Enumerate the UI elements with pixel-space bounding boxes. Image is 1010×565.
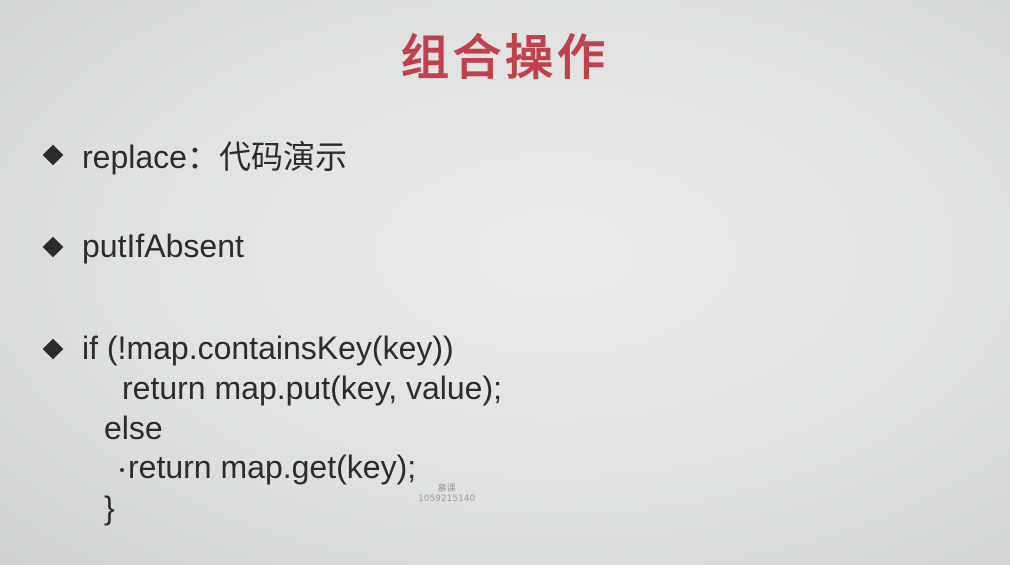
bullet-text: replace：代码演示 <box>82 139 347 175</box>
watermark-line-2: 1059215140 <box>418 494 476 504</box>
code-line-else: else <box>104 410 163 446</box>
code-line-text: return map.get(key); <box>128 449 417 485</box>
slide: 组合操作 replace：代码演示 putIfAbsent if (!map.c… <box>0 0 1010 565</box>
bullet-replace: replace：代码演示 <box>42 132 347 178</box>
bullet-text: if (!map.containsKey(key)) <box>82 330 454 366</box>
slide-title: 组合操作 <box>400 30 609 86</box>
diamond-bullet-icon <box>42 338 64 359</box>
code-line-return-put: return map.put(key, value); <box>122 370 503 406</box>
watermark: 慕课 1059215140 <box>418 484 475 504</box>
diamond-bullet-icon <box>42 236 64 257</box>
bullet-putifabsent: putIfAbsent <box>42 228 244 265</box>
code-line-close-brace: } <box>104 490 115 526</box>
cursor-dot-icon <box>120 467 124 472</box>
bullet-text: putIfAbsent <box>82 228 244 264</box>
bullet-code: if (!map.containsKey(key)) <box>42 330 454 367</box>
diamond-bullet-icon <box>42 144 64 166</box>
code-line-return-get: return map.get(key); <box>120 449 416 486</box>
watermark-line-1: 慕课 <box>437 484 456 494</box>
